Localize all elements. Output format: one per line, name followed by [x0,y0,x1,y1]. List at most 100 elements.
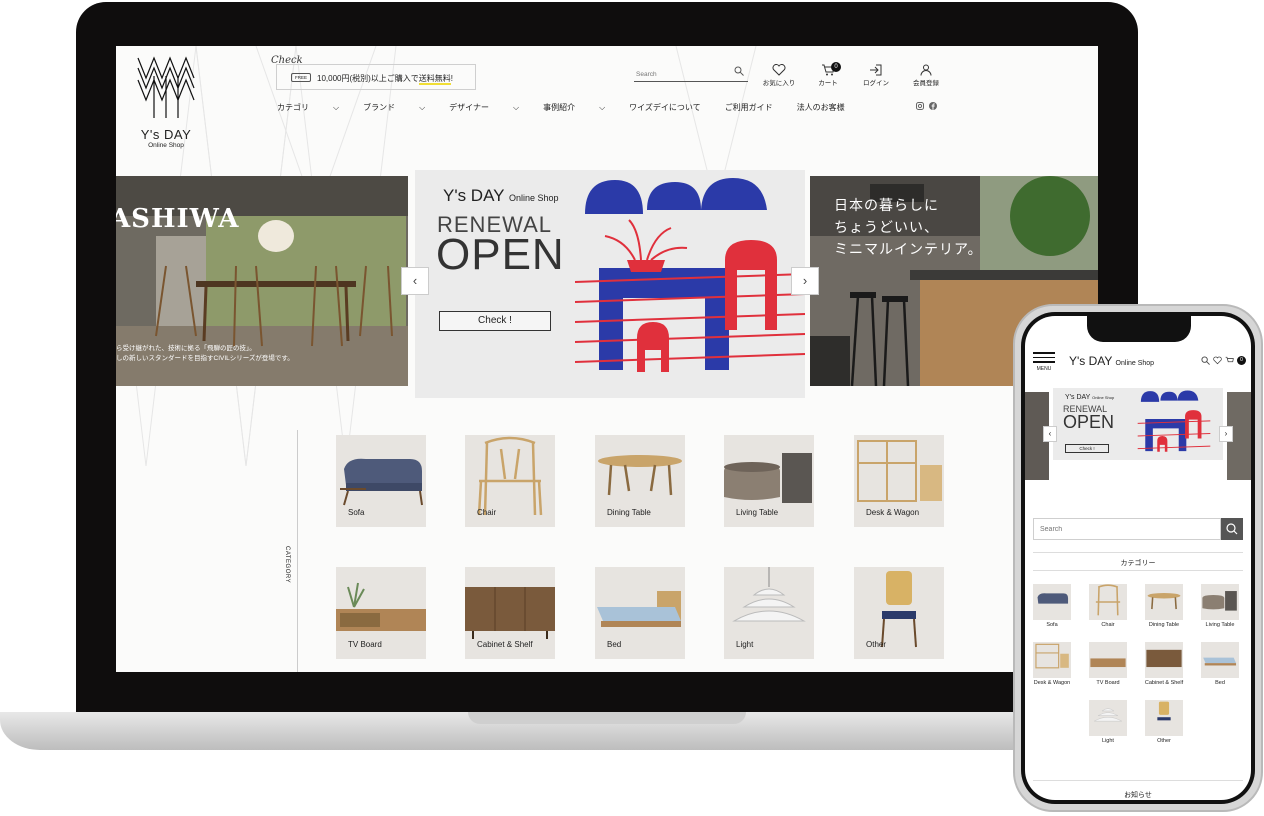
cart-icon[interactable] [1225,356,1234,365]
site-logo[interactable]: Y's DAY Online Shop [134,56,198,156]
mobile-category-dining-table[interactable] [1145,584,1183,620]
mobile-category-other[interactable] [1145,700,1183,736]
mobile-category-living-table[interactable] [1201,584,1239,620]
mobile-category-cabinet-shelf[interactable] [1145,642,1183,678]
slide-renewal-open[interactable]: Y's DAY Online Shop RENEWAL OPEN Check ! [415,170,805,398]
mobile-furniture-illustration [1137,390,1211,452]
slide-brand-sub: Online Shop [508,193,559,203]
slide-kashiwa[interactable]: ASHIWA ら受け継がれた、技術に拠る「飛騨の匠の技」。 しの新しいスタンダー… [116,176,408,386]
logo-title: Y's DAY [140,127,192,142]
category-living-table[interactable]: Living Table [724,435,814,527]
slider-prev-button[interactable]: ‹ [401,267,429,295]
mobile-category-bed[interactable] [1201,642,1239,678]
furniture-illustration [575,178,805,372]
category-cabinet-shelf[interactable]: Cabinet & Shelf [465,567,555,659]
slide-brand: Y's DAY [443,186,505,205]
search-icon[interactable] [734,66,744,76]
cart-count-badge: 0 [831,62,841,72]
cabinet-image [1146,649,1182,668]
search-icon [1226,523,1238,535]
mobile-open-text: OPEN [1063,412,1115,432]
nav-item-brand[interactable]: ブランド ⌵ [363,102,425,113]
other-image [1157,701,1171,721]
category-sofa[interactable]: Sofa [336,435,426,527]
category-label: Light [736,640,754,649]
mobile-category-label: Desk & Wagon [1033,680,1071,686]
slide-left-caption: ら受け継がれた、技術に拠る「飛騨の匠の技」。 しの新しいスタンダードを目指すCI… [116,344,294,364]
user-icon [920,64,932,76]
social-links [916,102,937,110]
slider-next-button[interactable]: › [791,267,819,295]
category-label: Living Table [736,508,779,517]
instagram-icon[interactable] [916,102,924,110]
main-nav: カテゴリ ⌵ ブランド ⌵ デザイナー ⌵ 事例紹介 ⌵ ワイズデイについて ご利用ガイ… [277,102,869,113]
mobile-category-label: Other [1157,738,1171,744]
heart-icon[interactable] [1213,356,1222,365]
mobile-logo-subtitle: Online Shop [1115,360,1155,367]
nav-label: ブランド [363,103,396,112]
facebook-icon[interactable] [929,102,937,110]
caption-line: ミニマルインテリア。 [834,241,983,257]
register-button[interactable]: 会員登録 [906,64,946,87]
login-button[interactable]: ログイン [856,64,896,87]
mobile-category-tv-board[interactable] [1089,642,1127,678]
mobile-search-button[interactable] [1221,518,1243,540]
nav-item-designer[interactable]: デザイナー ⌵ [449,102,519,113]
mobile-logo-title: Y's DAY [1069,354,1113,368]
mobile-category-label: TV Board [1096,680,1120,686]
category-dining-table[interactable]: Dining Table [595,435,685,527]
nav-label: カテゴリ [277,103,309,112]
category-other[interactable]: Other [854,567,944,659]
sofa-image [1037,593,1069,604]
search-input[interactable] [634,68,748,82]
category-desk-wagon[interactable]: Desk & Wagon [854,435,944,527]
category-label: Cabinet & Shelf [477,640,533,649]
bed-image [1203,657,1237,666]
slide-check-button[interactable]: Check ! [439,311,551,331]
phone-notch [1087,316,1191,342]
nav-item-corporate[interactable]: 法人のお客様 [797,102,845,113]
free-shipping-banner[interactable]: Check FREE 10,000円(税別)以上ご購入で送料無料! [271,55,476,90]
slide-brand-title: Y's DAY Online Shop [443,186,558,206]
mobile-category-label: Sofa [1046,622,1058,628]
mobile-category-desk-wagon[interactable] [1033,642,1071,678]
mobile-site: MENU Y's DAY Online Shop 0 Y's DAY Onlin… [1025,316,1251,800]
nav-item-about[interactable]: ワイズデイについて [629,102,701,113]
category-light[interactable]: Light [724,567,814,659]
nav-item-category[interactable]: カテゴリ ⌵ [277,102,339,113]
mobile-slider-next[interactable]: › [1219,426,1233,442]
truck-free-icon: FREE [291,73,311,82]
search-icon[interactable] [1201,356,1210,365]
mobile-logo[interactable]: Y's DAY Online Shop [1069,354,1154,368]
cart-label: カート [818,80,838,87]
phone-bezel: MENU Y's DAY Online Shop 0 Y's DAY Onlin… [1021,312,1255,804]
mobile-slide-renewal[interactable]: Y's DAY Online Shop RENEWAL OPEN Check ! [1053,388,1223,460]
desktop-site: Y's DAY Online Shop Check FREE 10,000円(税… [116,46,1098,672]
desk-image [1035,643,1069,669]
nav-item-guide[interactable]: ご利用ガイド [725,102,773,113]
register-label: 会員登録 [913,80,939,87]
mobile-category-light[interactable] [1089,700,1127,736]
mobile-category-chair[interactable] [1089,584,1127,620]
category-label: TV Board [348,640,382,649]
category-bed[interactable]: Bed [595,567,685,659]
category-label: Chair [477,508,497,517]
mobile-cart-count: 0 [1237,356,1246,365]
mobile-category-label: Cabinet & Shelf [1144,680,1184,686]
favorites-label: お気に入り [762,80,796,87]
divider [1033,780,1243,781]
mobile-category-sofa[interactable] [1033,584,1071,620]
nav-item-cases[interactable]: 事例紹介 ⌵ [543,102,605,113]
mobile-check-button[interactable]: Check ! [1065,444,1109,453]
cart-button[interactable]: 0 カート [808,62,848,87]
nav-label: 事例紹介 [543,103,576,112]
category-tv-board[interactable]: TV Board [336,567,426,659]
menu-button[interactable]: MENU [1033,352,1055,372]
favorites-button[interactable]: お気に入り [759,64,799,87]
mobile-search-input[interactable] [1033,518,1221,540]
open-text: OPEN [436,230,565,279]
caption-line: ちょうどいい、 [834,219,939,235]
category-chair[interactable]: Chair [465,435,555,527]
mobile-slider-prev[interactable]: ‹ [1043,426,1057,442]
mobile-category-label: Bed [1215,680,1225,686]
